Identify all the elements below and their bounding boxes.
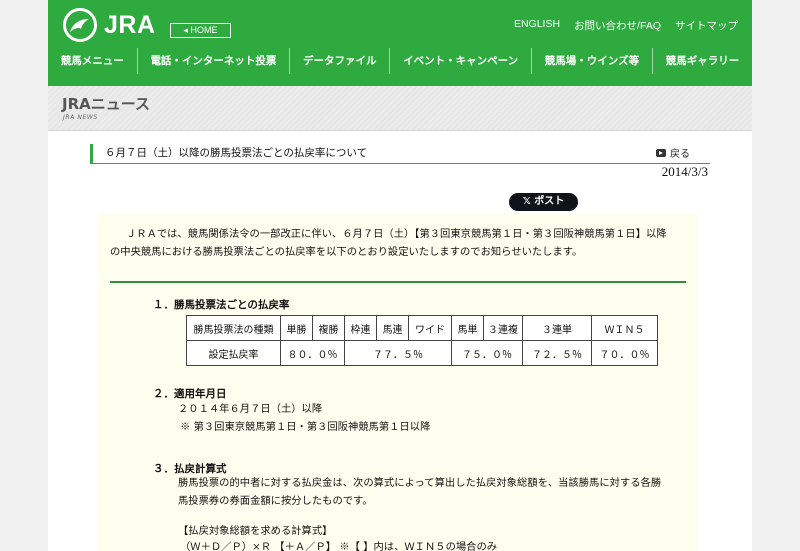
calculation-text-1: 勝馬投票の的中者に対する払戻金は、次の算式によって算出した払戻対象総額を、当該勝… bbox=[178, 477, 662, 489]
calculation-text-2: 馬投票券の券面金額に按分したものです。 bbox=[178, 495, 373, 507]
util-link-english[interactable]: ENGLISH bbox=[514, 18, 560, 33]
table-row: 勝馬投票法の種類 単勝 複勝 枠連 馬連 ワイド 馬単 ３連複 ３連単 ＷＩＮ５ bbox=[186, 315, 658, 341]
back-link[interactable]: 戻る bbox=[656, 145, 690, 160]
table-row: 設定払戻率 ８０．０％ ７７．５％ ７５．０％ ７２．５％ ７０．０％ bbox=[186, 340, 658, 366]
table-cell: 枠連 bbox=[344, 315, 377, 341]
section-header: JRAニュース JRA NEWS bbox=[48, 86, 752, 131]
nav-racecourse-wins[interactable]: 競馬場・ウインズ等 bbox=[530, 48, 652, 74]
x-post-button[interactable]: 𝕏 ポスト bbox=[509, 193, 578, 211]
effective-date-note: ※ 第３回東京競馬第１日・第３回阪神競馬第１日以降 bbox=[180, 421, 431, 433]
main-nav: 競馬メニュー 電話・インターネット投票 データファイル イベント・キャンペーン … bbox=[48, 48, 752, 74]
table-cell: 複勝 bbox=[312, 315, 345, 341]
section-subtitle: JRA NEWS bbox=[63, 114, 98, 121]
table-cell: ７７．５％ bbox=[344, 340, 452, 366]
table-cell: ７５．０％ bbox=[451, 340, 523, 366]
table-cell: 馬単 bbox=[451, 315, 484, 341]
heading-payout-rates: １．勝馬投票法ごとの払戻率 bbox=[153, 299, 290, 311]
nav-keiba-gallery[interactable]: 競馬ギャラリー bbox=[651, 48, 752, 74]
table-cell: ワイド bbox=[408, 315, 452, 341]
table-cell: ３連複 bbox=[483, 315, 523, 341]
table-cell: ３連単 bbox=[522, 315, 592, 341]
util-link-sitemap[interactable]: サイトマップ bbox=[675, 18, 738, 33]
table-cell: ８０．０％ bbox=[280, 340, 345, 366]
table-cell: 勝馬投票法の種類 bbox=[186, 315, 281, 341]
divider bbox=[110, 281, 686, 283]
article-title: ６月７日（土）以降の勝馬投票法ごとの払戻率について bbox=[105, 147, 368, 159]
table-cell: ＷＩＮ５ bbox=[591, 315, 658, 341]
nav-keiba-menu[interactable]: 競馬メニュー bbox=[48, 48, 137, 74]
table-cell: 単勝 bbox=[280, 315, 313, 341]
jra-horse-logo-icon bbox=[63, 8, 97, 42]
table-cell: 馬連 bbox=[376, 315, 409, 341]
logo-text: JRA bbox=[104, 10, 156, 39]
effective-date-text: ２０１４年６月７日（土）以降 bbox=[178, 403, 323, 415]
home-button[interactable]: ◂ HOME bbox=[170, 23, 231, 38]
page: JRA ◂ HOME ENGLISH お問い合わせ/FAQ サイトマップ 競馬メ… bbox=[48, 0, 752, 551]
site-header: JRA ◂ HOME ENGLISH お問い合わせ/FAQ サイトマップ 競馬メ… bbox=[48, 0, 752, 86]
intro-line-1: ＪＲＡでは、競馬関係法令の一部改正に伴い、６月７日（土）【第３回東京競馬第１日・… bbox=[126, 228, 667, 240]
section-title: JRAニュース bbox=[62, 95, 150, 113]
heading-effective-date: ２．適用年月日 bbox=[153, 388, 227, 400]
util-link-contact-faq[interactable]: お問い合わせ/FAQ bbox=[574, 18, 661, 33]
x-logo-icon: 𝕏 bbox=[522, 196, 531, 207]
intro-line-2: の中央競馬における勝馬投票法ごとの払戻率を以下のとおり設定いたしますのでお知らせ… bbox=[110, 246, 583, 258]
formula-text: （Ｗ＋Ｄ／Ｐ）×Ｒ 【＋Ａ／Ｐ】 ※【 】内は、ＷＩＮ５の場合のみ bbox=[180, 541, 498, 551]
nav-data-file[interactable]: データファイル bbox=[289, 48, 389, 74]
jra-logo[interactable]: JRA bbox=[62, 7, 156, 43]
table-cell: 設定払戻率 bbox=[186, 340, 281, 366]
home-label: HOME bbox=[190, 25, 218, 35]
post-label: ポスト bbox=[534, 196, 565, 207]
article-title-bar: ６月７日（土）以降の勝馬投票法ごとの払戻率について 戻る bbox=[90, 144, 710, 164]
nav-event-campaign[interactable]: イベント・キャンペーン bbox=[389, 48, 531, 74]
back-label: 戻る bbox=[670, 149, 690, 160]
utility-nav: ENGLISH お問い合わせ/FAQ サイトマップ bbox=[514, 18, 738, 33]
payout-rate-table: 勝馬投票法の種類 単勝 複勝 枠連 馬連 ワイド 馬単 ３連複 ３連単 ＷＩＮ５… bbox=[186, 315, 658, 366]
back-arrow-icon bbox=[656, 148, 666, 157]
table-cell: ７２．５％ bbox=[522, 340, 592, 366]
intro-paragraph: ＪＲＡでは、競馬関係法令の一部改正に伴い、６月７日（土）【第３回東京競馬第１日・… bbox=[110, 225, 688, 261]
nav-phone-internet-betting[interactable]: 電話・インターネット投票 bbox=[136, 48, 290, 74]
table-cell: ７０．０％ bbox=[591, 340, 658, 366]
article-date: 2014/3/3 bbox=[661, 164, 708, 179]
